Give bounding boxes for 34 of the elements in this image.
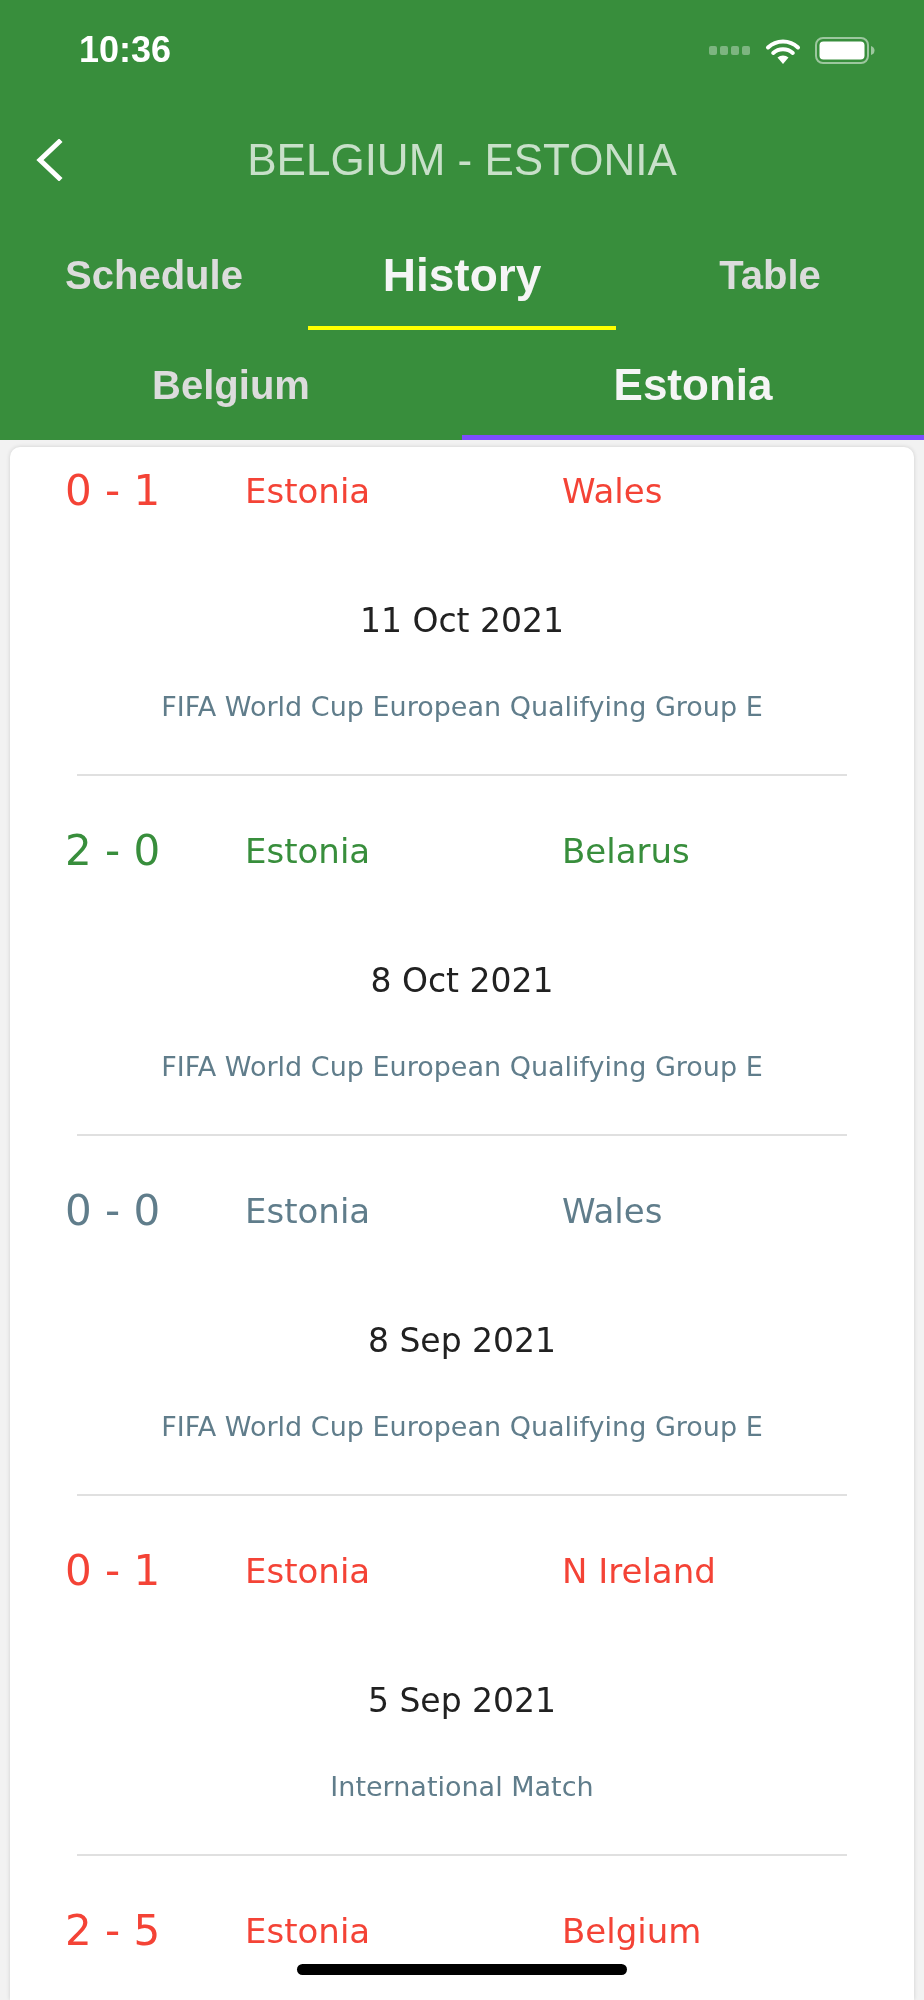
home-team: Estonia: [245, 1194, 372, 1228]
status-time: 10:36: [79, 32, 172, 68]
signal-icon: [709, 45, 751, 55]
match-date: 8 Sep 2021: [367, 1323, 557, 1357]
home-team: Estonia: [245, 834, 372, 868]
wifi-icon: [765, 36, 801, 64]
match-score: 0 - 1: [65, 470, 162, 512]
away-team: N Ireland: [562, 1554, 716, 1588]
battery-icon: [815, 36, 875, 64]
team-tab[interactable]: Estonia: [462, 330, 924, 440]
team-tab[interactable]: Belgium: [0, 330, 462, 440]
tab[interactable]: Table: [616, 220, 924, 330]
competition-name: International Match: [330, 1772, 594, 1800]
match-date: 8 Oct 2021: [370, 963, 554, 997]
away-team: Belgium: [562, 1914, 702, 1948]
match-date: 5 Sep 2021: [367, 1683, 557, 1717]
home-team: Estonia: [245, 1554, 372, 1588]
away-team: Wales: [562, 1194, 663, 1228]
competition-name: FIFA World Cup European Qualifying Group E: [161, 692, 763, 720]
home-team: Estonia: [245, 474, 372, 508]
tab[interactable]: Schedule: [0, 220, 308, 330]
match-score: 2 - 0: [65, 830, 162, 872]
away-team: Wales: [562, 474, 663, 508]
match-date: 11 Oct 2021: [360, 603, 564, 637]
tab[interactable]: History: [308, 220, 616, 330]
competition-name: FIFA World Cup European Qualifying Group E: [161, 1052, 763, 1080]
home-team: Estonia: [245, 1914, 372, 1948]
header-title: BELGIUM - ESTONIA: [247, 138, 677, 182]
away-team: Belarus: [562, 834, 690, 868]
competition-name: FIFA World Cup European Qualifying Group E: [161, 1412, 763, 1440]
match-score: 0 - 0: [65, 1190, 162, 1232]
match-score: 0 - 1: [65, 1550, 162, 1592]
chevron-left-icon: [34, 139, 63, 181]
match-score: 2 - 5: [65, 1910, 162, 1952]
